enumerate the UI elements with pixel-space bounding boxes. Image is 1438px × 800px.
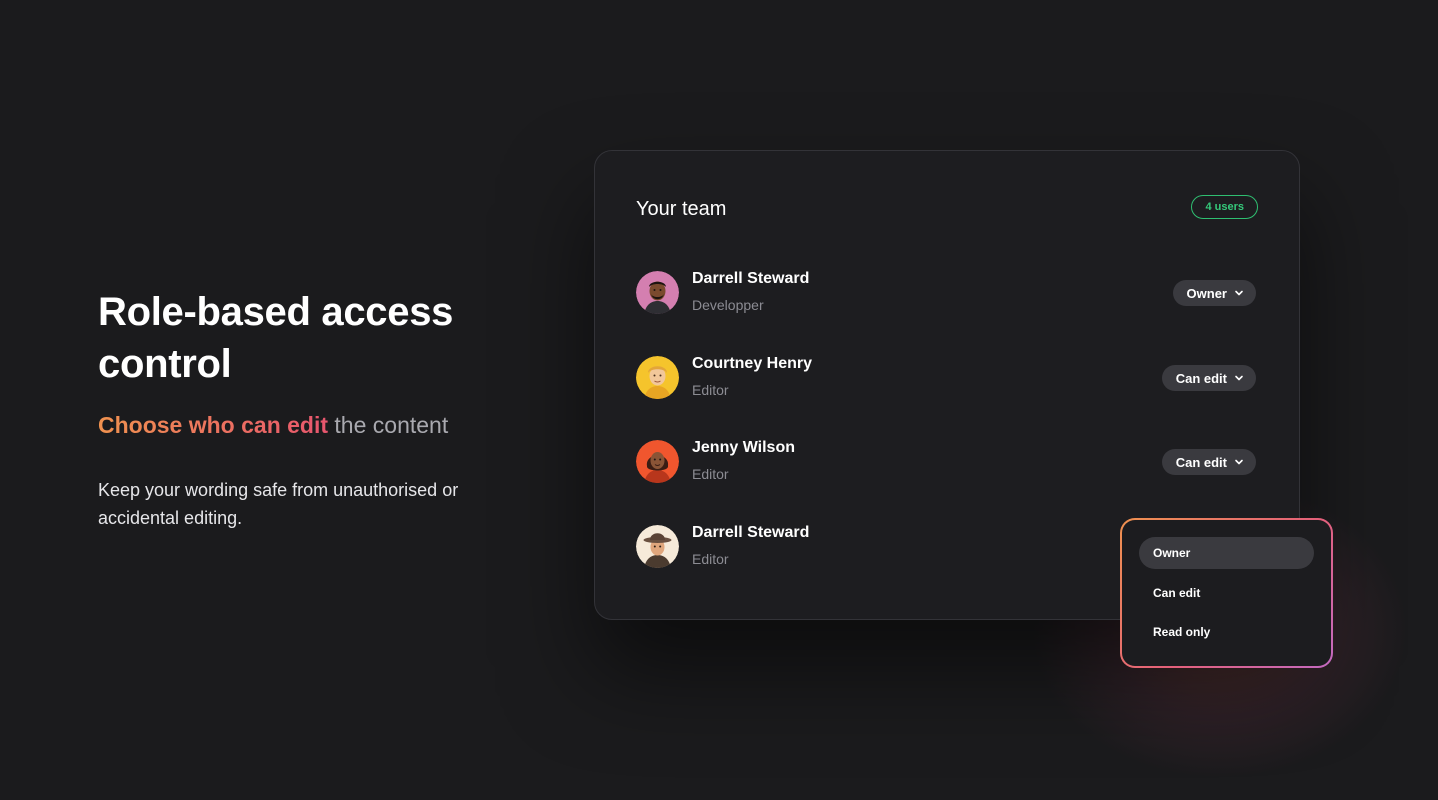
avatar bbox=[636, 525, 679, 568]
permission-select[interactable]: Can edit bbox=[1161, 365, 1256, 391]
member-role: Editor bbox=[692, 466, 729, 482]
team-member-row: Courtney Henry Editor Can edit bbox=[636, 354, 1256, 402]
permission-dropdown: Owner Can edit Read only bbox=[1120, 518, 1333, 668]
member-name: Darrell Steward bbox=[692, 270, 810, 287]
member-role: Editor bbox=[692, 551, 729, 567]
hero-subtitle-rest: the content bbox=[334, 412, 449, 438]
dropdown-option-owner[interactable]: Owner bbox=[1139, 537, 1314, 569]
team-member-row: Jenny Wilson Editor Can edit bbox=[636, 438, 1256, 486]
hero-section: Role-based access control Choose who can… bbox=[98, 286, 518, 532]
permission-select[interactable]: Owner bbox=[1172, 280, 1256, 306]
hero-title: Role-based access control bbox=[98, 290, 454, 386]
permission-select[interactable]: Can edit bbox=[1161, 449, 1256, 475]
hero-body: Keep your wording safe from unauthorised… bbox=[98, 480, 459, 528]
hero-subtitle-accent: Choose who can edit bbox=[98, 412, 329, 438]
avatar bbox=[636, 440, 679, 483]
dropdown-option-read-only[interactable]: Read only bbox=[1139, 616, 1314, 648]
permission-select-label: Can edit bbox=[1175, 370, 1227, 386]
chevron-down-icon bbox=[1235, 375, 1243, 381]
dropdown-option-can-edit[interactable]: Can edit bbox=[1139, 577, 1314, 609]
member-name: Courtney Henry bbox=[692, 355, 813, 372]
member-name: Darrell Steward bbox=[692, 524, 810, 541]
team-member-row: Darrell Steward Developper Owner bbox=[636, 269, 1256, 317]
avatar bbox=[636, 271, 679, 314]
users-count-badge: 4 users bbox=[1191, 195, 1258, 219]
permission-dropdown-menu: Owner Can edit Read only bbox=[1122, 520, 1331, 666]
permission-select-label: Can edit bbox=[1175, 454, 1227, 470]
member-role: Editor bbox=[692, 382, 729, 398]
chevron-down-icon bbox=[1235, 459, 1243, 465]
avatar bbox=[636, 356, 679, 399]
chevron-down-icon bbox=[1235, 290, 1243, 296]
member-role: Developper bbox=[692, 297, 764, 313]
hero-subtitle: Choose who can edit the content bbox=[98, 410, 518, 440]
permission-select-label: Owner bbox=[1186, 285, 1227, 301]
team-card-title: Your team bbox=[636, 198, 727, 220]
member-name: Jenny Wilson bbox=[692, 439, 795, 456]
